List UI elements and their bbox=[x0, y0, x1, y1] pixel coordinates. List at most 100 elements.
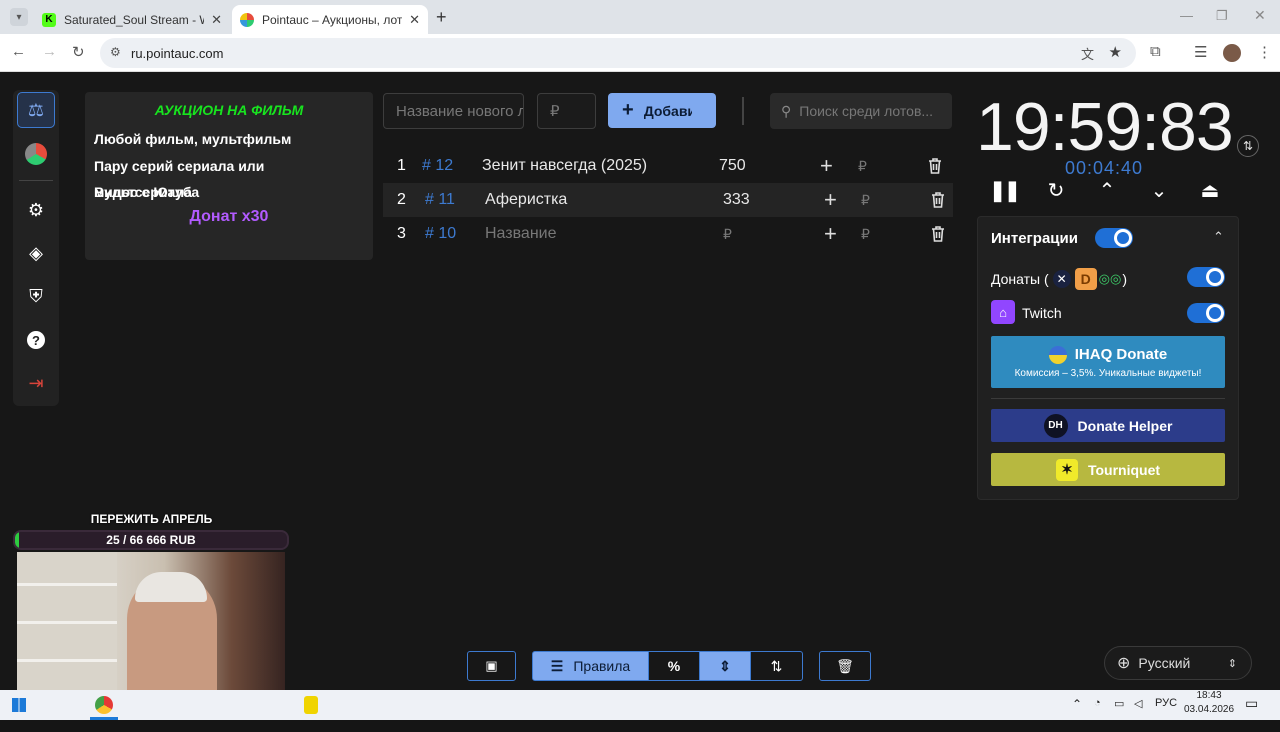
lot-amount[interactable]: 333 bbox=[723, 191, 750, 209]
donations-close: ) bbox=[1122, 271, 1128, 287]
maximize-button[interactable]: ❐ bbox=[1216, 8, 1228, 24]
twitch-toggle[interactable] bbox=[1187, 303, 1225, 323]
clock-date: 03.04.2026 bbox=[1184, 704, 1235, 715]
address-bar[interactable]: ⚙ ru.pointauc.com 文 ★ bbox=[100, 38, 1136, 68]
add-amount-icon[interactable]: + bbox=[824, 187, 837, 213]
rules-button[interactable]: ☰ Правила bbox=[532, 651, 649, 681]
close-tab-icon[interactable]: ✕ bbox=[409, 12, 420, 28]
lot-amount-input[interactable]: ₽ bbox=[537, 93, 596, 129]
lot-search-input[interactable]: ⚲ Поиск среди лотов... bbox=[770, 93, 952, 129]
lot-name-input[interactable]: Название нового лота bbox=[383, 93, 524, 129]
integrations-divider bbox=[991, 398, 1225, 399]
tourniquet-button[interactable]: ✶ Tourniquet bbox=[991, 453, 1225, 486]
language-select[interactable]: ⊕ Русский ⇕ bbox=[1104, 646, 1252, 680]
chevron-down-icon: ⌄ bbox=[1150, 179, 1168, 202]
volume-icon[interactable]: ◁ bbox=[1134, 697, 1142, 710]
plus-icon: + bbox=[622, 99, 634, 121]
reload-icon[interactable]: ↻ bbox=[72, 43, 85, 61]
battery-icon[interactable]: ▭ bbox=[1114, 697, 1124, 710]
lot-id[interactable]: # 11 bbox=[425, 191, 455, 209]
trash-icon[interactable] bbox=[931, 192, 945, 208]
kick-favicon-icon: K bbox=[42, 12, 56, 27]
lot-name[interactable]: Зенит навсегда (2025) bbox=[482, 157, 647, 175]
keyboard-language[interactable]: РУС bbox=[1155, 697, 1177, 709]
clear-lots-button[interactable]: 🗑 bbox=[819, 651, 871, 681]
forward-icon[interactable]: → bbox=[42, 43, 57, 60]
pause-button[interactable]: ❚❚ bbox=[989, 176, 1020, 204]
lot-name[interactable]: Аферистка bbox=[485, 191, 567, 209]
help-nav-button[interactable]: ? bbox=[17, 322, 55, 358]
tab-saturated-soul[interactable]: K Saturated_Soul Stream - Watch ✕ bbox=[34, 5, 230, 34]
back-icon[interactable]: ← bbox=[11, 43, 26, 60]
taskbar-clock[interactable]: 18:43 03.04.2026 bbox=[1184, 689, 1234, 717]
settings-nav-button[interactable]: ⚙ bbox=[17, 192, 55, 228]
twitch-icon: ⌂ bbox=[991, 300, 1015, 324]
lot-currency: ₽ bbox=[861, 191, 870, 208]
url-text: ru.pointauc.com bbox=[131, 45, 224, 61]
compress-button[interactable]: ⇕ bbox=[700, 651, 751, 681]
subtract-time-button[interactable]: ⌄ bbox=[1146, 176, 1172, 204]
reading-list-icon[interactable]: ☰ bbox=[1194, 43, 1207, 61]
integrations-toggle[interactable] bbox=[1095, 228, 1133, 248]
tray-chevron-icon[interactable]: ⌃ bbox=[1072, 697, 1082, 711]
browser-menu-icon[interactable]: ⋮ bbox=[1257, 43, 1272, 61]
lot-rank: 3 bbox=[397, 225, 406, 242]
lot-row[interactable]: 3 # 10 Название ₽ + ₽ bbox=[383, 217, 953, 251]
tab-search-button[interactable]: ▾ bbox=[10, 8, 28, 26]
close-tab-icon[interactable]: ✕ bbox=[211, 12, 222, 28]
lot-amount[interactable]: 750 bbox=[719, 157, 746, 175]
add-lot-button[interactable]: + Добавить bbox=[608, 93, 716, 128]
layers-nav-button[interactable]: ◈ bbox=[17, 235, 55, 271]
logout-icon: ⇥ bbox=[28, 372, 44, 393]
app-taskbar-icon[interactable] bbox=[304, 696, 318, 714]
rules-panel[interactable]: АУКЦИОН НА ФИЛЬМ Любой фильм, мультфильм… bbox=[85, 92, 373, 260]
lot-row[interactable]: 2 # 11 Аферистка 333 + ₽ bbox=[383, 183, 953, 217]
wifi-icon[interactable]: ◔ bbox=[1094, 697, 1101, 709]
extensions-icon[interactable]: ⧉ bbox=[1150, 43, 1161, 60]
lot-name[interactable]: Название bbox=[485, 225, 557, 243]
translate-icon[interactable]: 文 bbox=[1081, 44, 1094, 63]
add-amount-icon[interactable]: + bbox=[824, 221, 837, 247]
reset-timer-button[interactable]: ↻ bbox=[1043, 176, 1069, 204]
donations-toggle[interactable] bbox=[1187, 267, 1225, 287]
close-window-button[interactable]: ✕ bbox=[1254, 7, 1266, 24]
trash-icon[interactable] bbox=[928, 158, 942, 174]
percent-button[interactable]: % bbox=[649, 651, 700, 681]
double-up-button[interactable]: ⏏ bbox=[1197, 176, 1223, 204]
logout-nav-button[interactable]: ⇥ bbox=[17, 365, 55, 401]
security-nav-button[interactable]: ⛨ bbox=[17, 278, 55, 314]
swap-timer-icon[interactable]: ⇅ bbox=[1237, 135, 1259, 157]
select-arrows-icon: ⇕ bbox=[1227, 657, 1237, 670]
trash-icon[interactable] bbox=[931, 226, 945, 242]
lot-row[interactable]: 1 # 12 Зенит навсегда (2025) 750 + ₽ bbox=[383, 149, 953, 183]
notifications-icon[interactable]: ▭ bbox=[1245, 695, 1258, 712]
lot-amount[interactable]: ₽ bbox=[723, 226, 732, 243]
donate-helper-button[interactable]: DH Donate Helper bbox=[991, 409, 1225, 442]
donations-row: Донаты ( ✕ D ◎◎ ) bbox=[991, 268, 1127, 290]
ihaq-donate-button[interactable]: IHAQ Donate Комиссия – 3,5%. Уникальные … bbox=[991, 336, 1225, 388]
windows-start-icon[interactable] bbox=[12, 698, 26, 712]
lot-id[interactable]: # 12 bbox=[422, 157, 453, 175]
lot-id[interactable]: # 10 bbox=[425, 225, 456, 243]
wheel-nav-button[interactable] bbox=[17, 136, 55, 172]
pie-chart-icon bbox=[25, 143, 47, 165]
tab-pointauc[interactable]: Pointauc – Аукционы, лотереи ✕ bbox=[232, 5, 428, 34]
tourniquet-logo-icon: ✶ bbox=[1055, 458, 1078, 481]
collapse-icon[interactable]: ⌃ bbox=[1213, 229, 1224, 245]
bookmark-star-icon[interactable]: ★ bbox=[1109, 43, 1122, 61]
new-tab-button[interactable]: + bbox=[436, 7, 447, 28]
site-info-icon[interactable]: ⚙ bbox=[110, 45, 121, 59]
nav-divider bbox=[19, 180, 53, 181]
minimize-button[interactable]: — bbox=[1180, 8, 1193, 23]
chrome-taskbar-icon[interactable] bbox=[95, 696, 113, 714]
auction-nav-button[interactable]: ⚖ bbox=[17, 92, 55, 128]
language-value: Русский bbox=[1138, 655, 1191, 671]
profile-avatar[interactable] bbox=[1223, 44, 1241, 62]
lot-rank: 2 bbox=[397, 191, 406, 208]
add-amount-icon[interactable]: + bbox=[820, 153, 833, 179]
add-time-button[interactable]: ⌃ bbox=[1094, 176, 1120, 204]
save-icon: ▣ bbox=[485, 658, 498, 673]
rules-donate: Донат х30 bbox=[189, 207, 269, 225]
sort-button[interactable]: ⇅ bbox=[751, 651, 803, 681]
save-button[interactable]: ▣ bbox=[467, 651, 516, 681]
